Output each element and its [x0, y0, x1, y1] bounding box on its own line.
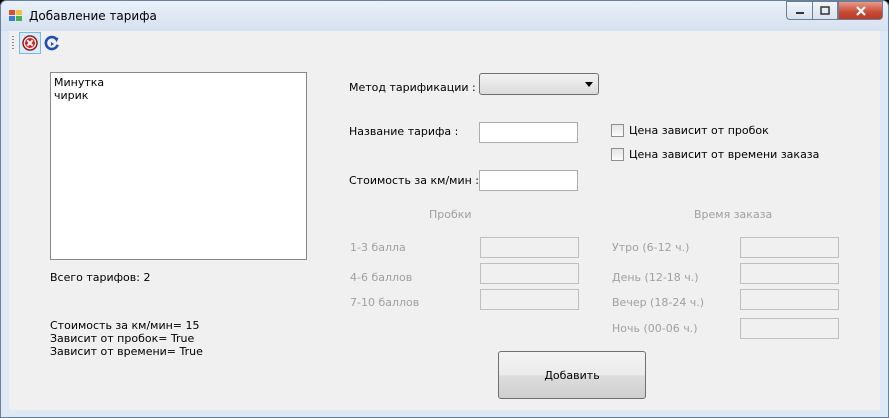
traffic-row-label: 1-3 балла — [350, 241, 406, 254]
time-row-label: Ночь (00-06 ч.) — [612, 322, 698, 335]
traffic-header: Пробки — [429, 208, 472, 221]
toolbar — [9, 31, 880, 55]
add-button[interactable]: Добавить — [498, 351, 646, 399]
minimize-button[interactable] — [786, 1, 812, 20]
cost-field[interactable] — [479, 170, 578, 191]
close-icon — [855, 5, 866, 16]
time-morning-field[interactable] — [740, 237, 839, 258]
chevron-down-icon — [585, 82, 593, 87]
list-item[interactable]: Минутка — [54, 76, 303, 89]
maximize-button[interactable] — [812, 1, 838, 20]
time-row-label: Утро (6-12 ч.) — [612, 241, 690, 254]
toolbar-close-button[interactable] — [19, 32, 41, 54]
main-window: Добавление тарифа Минутка чирик Всего та… — [0, 0, 889, 418]
app-icon — [9, 10, 22, 21]
name-label: Название тарифа : — [349, 125, 459, 138]
time-checkbox-label[interactable]: Цена зависит от времени заказа — [629, 148, 819, 161]
minimize-icon — [795, 11, 804, 14]
maximize-icon — [820, 6, 830, 15]
method-combobox[interactable] — [479, 73, 599, 95]
traffic-1-3-field[interactable] — [480, 237, 579, 258]
time-day-field[interactable] — [740, 263, 839, 284]
time-evening-field[interactable] — [740, 289, 839, 310]
detail-cost-text: Стоимость за км/мин= 15 — [50, 319, 200, 332]
list-item[interactable]: чирик — [54, 89, 303, 102]
traffic-7-10-field[interactable] — [480, 289, 579, 310]
traffic-checkbox[interactable] — [611, 124, 624, 137]
time-row-label: День (12-18 ч.) — [612, 271, 699, 284]
detail-time-text: Зависит от времени= True — [50, 345, 203, 358]
refresh-icon — [44, 35, 59, 51]
tariff-count-label: Всего тарифов: 2 — [50, 271, 151, 284]
time-night-field[interactable] — [740, 318, 839, 339]
method-label: Метод тарификации : — [349, 81, 476, 94]
tariff-list[interactable]: Минутка чирик — [50, 72, 307, 260]
detail-traffic-text: Зависит от пробок= True — [50, 332, 195, 345]
time-checkbox[interactable] — [611, 148, 624, 161]
close-button[interactable] — [838, 1, 883, 20]
traffic-row-label: 7-10 баллов — [350, 296, 420, 309]
bottom-border — [9, 407, 880, 410]
toolbar-grip[interactable] — [12, 36, 14, 50]
traffic-4-6-field[interactable] — [480, 263, 579, 284]
time-row-label: Вечер (18-24 ч.) — [612, 296, 705, 309]
title-bar[interactable]: Добавление тарифа — [1, 1, 888, 31]
traffic-checkbox-label[interactable]: Цена зависит от пробок — [629, 124, 769, 137]
traffic-row-label: 4-6 баллов — [350, 271, 413, 284]
close-red-icon — [22, 35, 38, 51]
name-field[interactable] — [479, 122, 578, 143]
client-area: Минутка чирик Всего тарифов: 2 Стоимость… — [9, 31, 880, 410]
window-title: Добавление тарифа — [29, 9, 157, 23]
cost-label: Стоимость за км/мин : — [349, 174, 480, 187]
time-header: Время заказа — [694, 208, 773, 221]
toolbar-refresh-button[interactable] — [41, 32, 63, 54]
